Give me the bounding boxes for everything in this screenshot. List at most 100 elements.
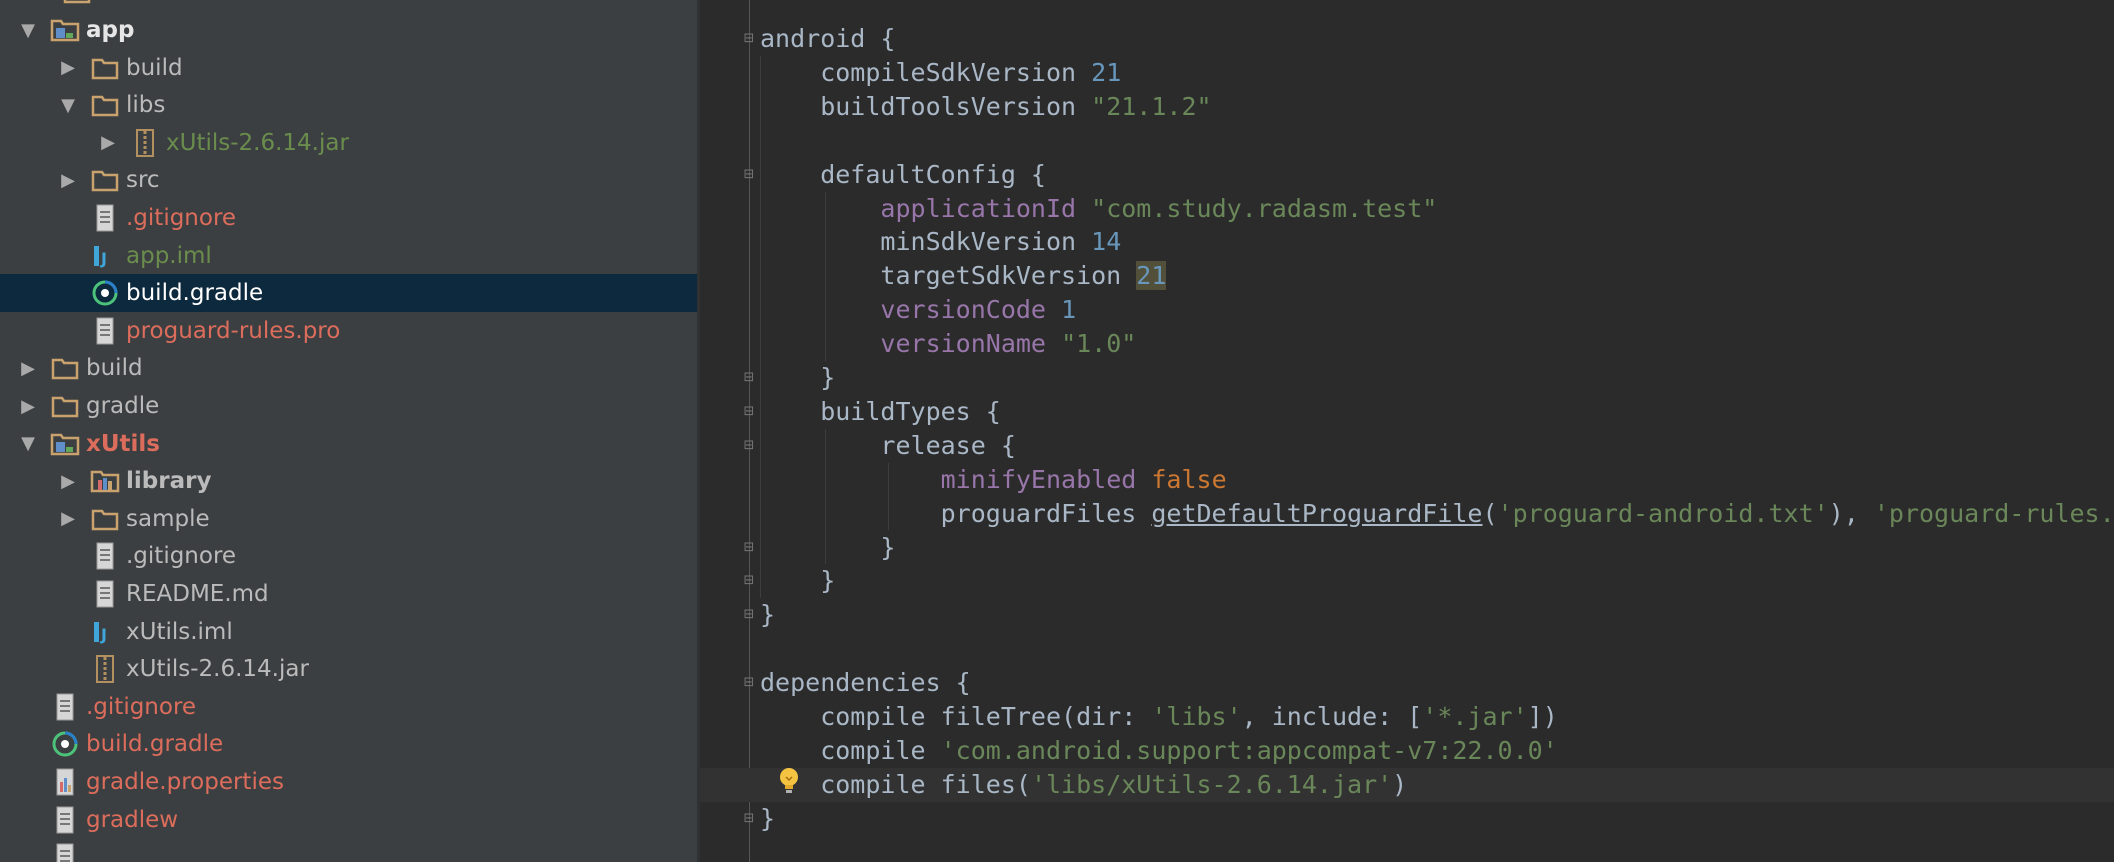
tree-item[interactable]: ▼ libs xyxy=(0,86,697,124)
tree-item[interactable]: ▶ gradle xyxy=(0,387,697,425)
tree-item[interactable]: ▶JxUtils.iml xyxy=(0,613,697,651)
fold-close-icon[interactable]: ⊟ xyxy=(741,573,757,589)
expand-arrow-right-icon[interactable]: ▶ xyxy=(14,349,42,387)
text-file-icon xyxy=(50,688,80,726)
code-token: , include: [ xyxy=(1241,702,1423,731)
expand-arrow-right-icon[interactable]: ▶ xyxy=(54,462,82,500)
tree-item[interactable]: ▶build.gradle xyxy=(0,274,697,313)
code-line[interactable]: compileSdkVersion 21 xyxy=(760,56,1121,90)
expand-arrow-right-icon[interactable]: ▶ xyxy=(54,500,82,538)
lightbulb-icon[interactable] xyxy=(777,766,801,796)
code-line[interactable]: android { xyxy=(760,22,895,56)
expand-arrow-right-icon[interactable]: ▶ xyxy=(54,161,82,199)
code-line[interactable]: buildToolsVersion "21.1.2" xyxy=(760,90,1211,124)
code-line[interactable]: buildTypes { xyxy=(760,395,1001,429)
code-line[interactable]: } xyxy=(760,564,835,598)
code-line[interactable]: proguardFiles getDefaultProguardFile('pr… xyxy=(760,497,2114,531)
code-token: "1.0" xyxy=(1061,329,1137,359)
expand-arrow-right-icon[interactable]: ▶ xyxy=(94,124,122,162)
tree-item-label: app.iml xyxy=(126,242,212,269)
code-line[interactable]: versionName "1.0" xyxy=(760,327,1136,361)
expand-arrow-down-icon[interactable]: ▼ xyxy=(54,86,82,124)
tree-item[interactable]: ▶gradle.properties xyxy=(0,763,697,801)
tree-item-label: gradle xyxy=(86,393,160,419)
tree-row-clipped-top[interactable]: ▶ xyxy=(0,0,697,11)
expand-arrow-down-icon[interactable]: ▼ xyxy=(14,425,42,463)
code-line[interactable]: } xyxy=(760,361,835,395)
tree-item[interactable]: ▶ build xyxy=(0,349,697,387)
code-line[interactable]: } xyxy=(760,598,775,632)
code-line[interactable]: compile fileTree(dir: 'libs', include: [… xyxy=(760,700,1558,734)
tree-item[interactable]: ▶xUtils-2.6.14.jar xyxy=(0,124,697,162)
module-folder-icon xyxy=(50,11,80,49)
fold-open-icon[interactable]: ⊟ xyxy=(741,167,757,183)
code-token: versionName xyxy=(880,329,1046,359)
folder-icon xyxy=(50,387,80,425)
svg-text:J: J xyxy=(100,249,107,268)
tree-item[interactable]: ▶.gitignore xyxy=(0,537,697,575)
tree-item[interactable]: ▶Japp.iml xyxy=(0,237,697,275)
code-line[interactable]: release { xyxy=(760,429,1015,463)
code-token: android { xyxy=(760,24,896,53)
code-token: ), xyxy=(1828,498,1874,528)
code-line[interactable]: versionCode 1 xyxy=(760,293,1076,327)
code-line-current[interactable]: compile files('libs/xUtils-2.6.14.jar') xyxy=(700,767,2114,802)
code-editor[interactable]: android { compileSdkVersion 21 buildTool… xyxy=(700,0,2114,862)
code-token: minSdkVersion xyxy=(760,227,1092,257)
tree-item[interactable]: ▶proguard-rules.pro xyxy=(0,312,697,350)
tree-row-clipped-bottom[interactable]: ▶ xyxy=(0,838,697,862)
tree-item[interactable]: ▶ build xyxy=(0,49,697,87)
fold-close-icon[interactable]: ⊟ xyxy=(741,811,757,827)
tree-item[interactable]: ▶gradlew xyxy=(0,801,697,839)
code-line[interactable]: applicationId "com.study.radasm.test" xyxy=(760,192,1437,226)
tree-item-label: gradlew xyxy=(86,806,179,833)
code-token: 21 xyxy=(1091,57,1122,87)
fold-open-icon[interactable]: ⊟ xyxy=(741,31,757,47)
code-line[interactable]: } xyxy=(760,802,775,836)
code-line[interactable]: compile 'com.android.support:appcompat-v… xyxy=(760,734,1558,768)
tree-item[interactable]: ▶ src xyxy=(0,161,697,199)
tree-item[interactable]: ▶ library xyxy=(0,462,697,500)
code-line[interactable]: minifyEnabled false xyxy=(760,463,1227,497)
code-token: applicationId xyxy=(880,193,1077,223)
code-line[interactable]: minSdkVersion 14 xyxy=(760,225,1121,259)
tree-item-label: proguard-rules.pro xyxy=(126,317,341,344)
fold-open-icon[interactable]: ⊟ xyxy=(741,675,757,691)
fold-close-icon[interactable]: ⊟ xyxy=(741,540,757,556)
fold-open-icon[interactable]: ⊟ xyxy=(741,438,757,454)
tree-item[interactable]: ▶.gitignore xyxy=(0,199,697,237)
fold-open-icon[interactable]: ⊟ xyxy=(741,404,757,420)
iml-file-icon: J xyxy=(90,237,120,275)
code-line[interactable]: targetSdkVersion 21 xyxy=(760,259,1167,293)
code-token: compile fileTree(dir: xyxy=(760,702,1152,731)
code-line[interactable]: defaultConfig { xyxy=(760,158,1046,192)
tree-item-label: xUtils-2.6.14.jar xyxy=(126,656,309,683)
folder-icon xyxy=(90,49,120,87)
expand-arrow-down-icon[interactable]: ▼ xyxy=(14,11,42,49)
project-tree[interactable]: ▶▼app▶build▼libs▶xUtils-2.6.14.jar▶src▶.… xyxy=(0,0,697,862)
code-token: } xyxy=(760,803,776,833)
code-token: dependencies { xyxy=(760,668,971,698)
tree-item[interactable]: ▼ app xyxy=(0,11,697,49)
code-line[interactable]: } xyxy=(760,531,895,565)
tree-item[interactable]: ▼ xUtils xyxy=(0,425,697,463)
tree-item-label: .gitignore xyxy=(126,205,237,231)
tree-item-label: xUtils.iml xyxy=(126,618,233,645)
fold-close-icon[interactable]: ⊟ xyxy=(741,370,757,386)
tree-item[interactable]: ▶xUtils-2.6.14.jar xyxy=(0,650,697,688)
code-line[interactable]: dependencies { xyxy=(760,666,971,700)
tree-item-label: build xyxy=(86,355,143,382)
fold-close-icon[interactable]: ⊟ xyxy=(741,607,757,623)
expand-arrow-right-icon[interactable]: ▶ xyxy=(14,387,42,425)
code-token: } xyxy=(760,600,776,630)
expand-arrow-right-icon[interactable]: ▶ xyxy=(54,49,82,87)
tree-item-label: README.md xyxy=(126,581,269,607)
tree-item[interactable]: ▶build.gradle xyxy=(0,725,697,763)
gutter-divider xyxy=(749,0,750,862)
tree-item[interactable]: ▶README.md xyxy=(0,575,697,613)
tree-item[interactable]: ▶ sample xyxy=(0,500,697,538)
tree-item[interactable]: ▶.gitignore xyxy=(0,688,697,726)
